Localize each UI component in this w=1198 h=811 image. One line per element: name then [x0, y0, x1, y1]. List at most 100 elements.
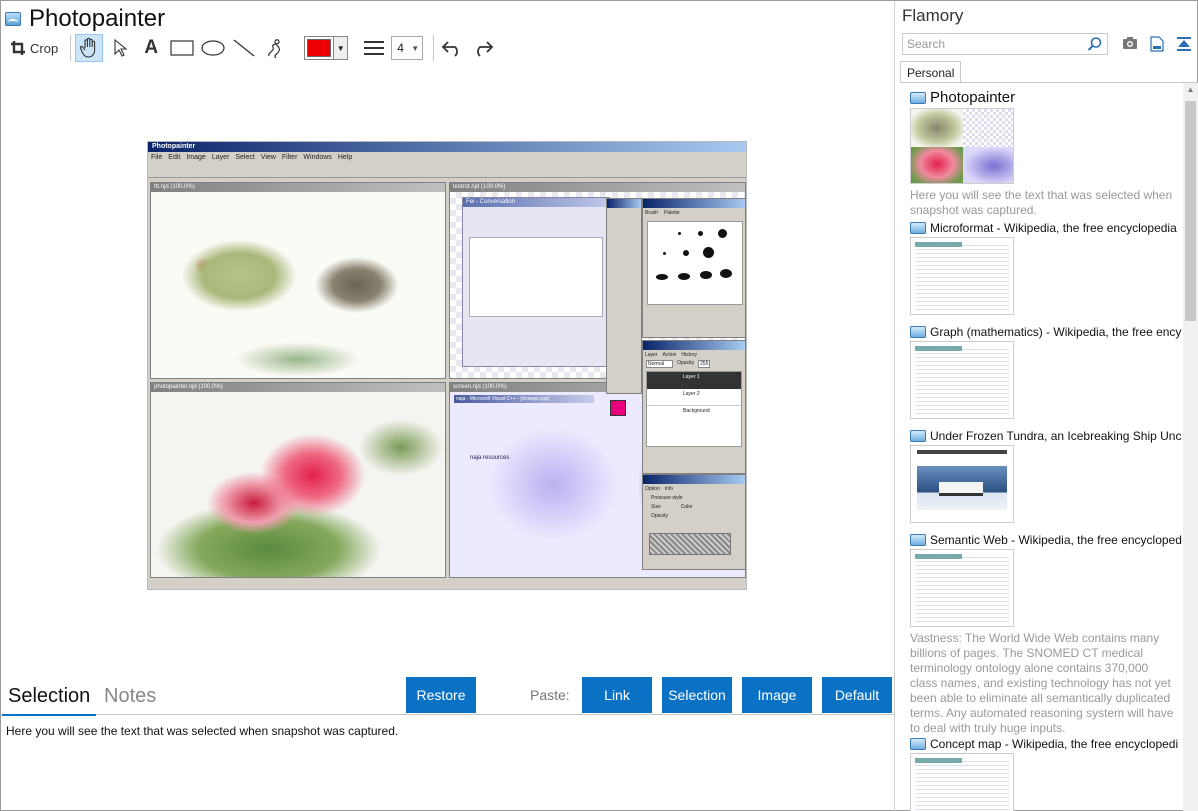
paste-image-button[interactable]: Image	[742, 677, 812, 713]
search-placeholder: Search	[907, 37, 946, 51]
list-item[interactable]: Graph (mathematics) - Wikipedia, the fre…	[910, 325, 1182, 419]
snapshot-image[interactable]: Photopainter File Edit Image Layer Select Vie…	[147, 141, 747, 590]
crop-button[interactable]: Crop	[5, 34, 63, 62]
ellipse-tool-button[interactable]	[199, 34, 227, 62]
vc-tree-item: naja resources	[470, 455, 510, 461]
snapshot-toolbar	[148, 164, 746, 178]
document-icon[interactable]	[1150, 36, 1164, 52]
select-tool-button[interactable]	[106, 34, 134, 62]
rectangle-icon	[170, 40, 194, 56]
layer-list: Layer 1 Layer 2 Background	[646, 371, 742, 447]
chevron-down-icon: ▼	[333, 37, 348, 59]
entry-thumbnail	[910, 108, 1014, 184]
snapshot-menu-item: Layer	[211, 154, 230, 161]
paste-default-button[interactable]: Default	[822, 677, 892, 713]
pressure-style-label: Pressure style	[651, 495, 683, 501]
tab-notes[interactable]: Notes	[104, 685, 156, 715]
opacity-label: Opacity	[677, 360, 695, 366]
entry-title: Microformat - Wikipedia, the free encycl…	[930, 221, 1177, 235]
snapshot-menu-item: Help	[337, 154, 353, 161]
entry-title: Photopainter	[930, 89, 1016, 106]
search-icon[interactable]	[1087, 36, 1103, 52]
paste-link-button[interactable]: Link	[582, 677, 652, 713]
panel-tab: Option	[645, 486, 660, 492]
line-width-icon	[364, 41, 385, 55]
window-caption: photopainter.njd (100.0%)	[151, 383, 445, 392]
list-item[interactable]: Microformat - Wikipedia, the free encycl…	[910, 221, 1182, 315]
layer-row: Layer 1	[647, 372, 741, 389]
snapshot-menu-item: Image	[186, 154, 206, 161]
collapse-icon[interactable]	[1176, 36, 1192, 52]
entry-title: Concept map - Wikipedia, the free encycl…	[930, 737, 1179, 751]
brush-grid	[647, 221, 743, 305]
layer-panel: Layer Action History Normal Opacity 255 …	[642, 340, 746, 474]
paste-selection-button[interactable]: Selection	[662, 677, 732, 713]
selection-text: Here you will see the text that was sele…	[6, 724, 399, 738]
freehand-icon	[268, 39, 281, 59]
entry-title: Graph (mathematics) - Wikipedia, the fre…	[930, 325, 1182, 339]
toolbar: Crop A ▼ 4 ▼	[5, 33, 500, 63]
panel-tab: Info	[664, 486, 674, 492]
snapshot-menu-item: Windows	[303, 154, 332, 161]
freehand-tool-button[interactable]	[261, 34, 289, 62]
rectangle-tool-button[interactable]	[168, 34, 196, 62]
page-title: Photopainter	[29, 5, 166, 32]
toolbar-separator	[70, 35, 72, 61]
hand-icon	[80, 37, 96, 58]
toolbar-separator	[433, 35, 435, 61]
tab-selection[interactable]: Selection	[1, 685, 97, 716]
list-item[interactable]: Under Frozen Tundra, an Icebreaking Ship…	[910, 429, 1182, 523]
snapshot-menu-item: View	[260, 154, 276, 161]
text-tool-button[interactable]: A	[137, 34, 165, 62]
camera-icon[interactable]	[1122, 36, 1138, 50]
snapshot-icon	[910, 222, 926, 234]
paste-label: Paste:	[530, 687, 570, 703]
snapshot-icon	[910, 91, 926, 104]
restore-button[interactable]: Restore	[406, 677, 476, 713]
chat-caption: Fei - Conversation	[463, 198, 609, 207]
flamory-pane: Flamory Search Personal Photopainter Her…	[896, 1, 1198, 811]
list-item[interactable]: Concept map - Wikipedia, the free encycl…	[910, 737, 1182, 811]
color-picker[interactable]: ▼	[304, 36, 349, 60]
chevron-down-icon: ▼	[411, 43, 420, 53]
texture-strip	[649, 533, 731, 555]
bird-painting	[151, 192, 445, 378]
pointer-icon	[114, 38, 128, 57]
entry-thumbnail	[910, 341, 1014, 419]
redo-button[interactable]	[469, 34, 497, 62]
app-window: Photopainter Crop A ▼ 4 ▼ Photopainter F…	[0, 0, 1198, 811]
line-width-button[interactable]	[360, 34, 388, 62]
entry-thumbnail	[910, 237, 1014, 315]
snapshot-menu-item: File	[151, 154, 163, 161]
text-tool-icon: A	[144, 37, 159, 58]
snapshot-icon	[910, 326, 926, 338]
list-item[interactable]: Semantic Web - Wikipedia, the free encyc…	[910, 533, 1182, 736]
entry-thumbnail	[910, 445, 1014, 523]
vc-caption: naja - Microsoft Visual C++ - [drawpp.cp…	[454, 395, 594, 403]
tab-personal[interactable]: Personal	[900, 61, 962, 83]
panel-tab: Action	[662, 352, 677, 358]
snapshot-icon	[910, 430, 926, 442]
undo-button[interactable]	[438, 34, 466, 62]
list-item[interactable]: Photopainter Here you will see the text …	[910, 89, 1182, 218]
search-input[interactable]: Search	[902, 33, 1108, 55]
tool-palette	[606, 198, 642, 394]
brush-panel: Brush Palette	[642, 198, 746, 338]
snapshot-menu-item: Select	[235, 154, 255, 161]
snapshot-menubar: File Edit Image Layer Select View Filter Window…	[148, 152, 746, 164]
scrollbar-thumb[interactable]	[1185, 101, 1196, 321]
line-width-select[interactable]: 4 ▼	[391, 36, 424, 60]
scrollbar[interactable]: ▲	[1183, 83, 1198, 811]
window-caption: ttt.njd (100.0%)	[151, 183, 445, 192]
entry-title: Semantic Web - Wikipedia, the free encyc…	[930, 533, 1182, 547]
scroll-up-icon[interactable]: ▲	[1183, 85, 1198, 99]
panel-tab: Brush	[645, 210, 659, 216]
panel-tab: History	[681, 352, 697, 358]
hand-tool-button[interactable]	[75, 34, 104, 62]
foreground-color-chip	[610, 400, 626, 416]
option-opacity: Opacity	[651, 513, 668, 519]
blend-mode: Normal	[646, 360, 674, 368]
entry-description: Vastness: The World Wide Web contains ma…	[910, 631, 1174, 735]
line-tool-button[interactable]	[230, 34, 258, 62]
window-caption: testrot.njd (100.0%)	[450, 183, 745, 192]
